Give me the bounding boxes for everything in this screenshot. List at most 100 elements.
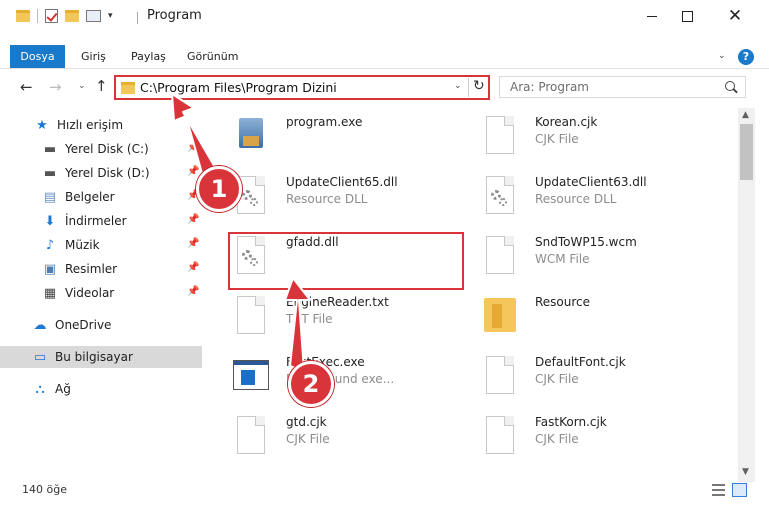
sidebar-item-network[interactable]: ⛬ Ağ [0, 378, 202, 400]
document-icon [482, 114, 518, 158]
list-item[interactable]: EngineReader.txt TXT File [215, 288, 455, 344]
file-type: CJK File [535, 432, 579, 446]
document-icon [233, 294, 269, 338]
pin-icon[interactable]: 📌 [187, 142, 199, 153]
list-item[interactable]: FastKorn.cjk CJK File [464, 408, 704, 464]
sidebar-item-documents[interactable]: ▤ Belgeler 📌 [0, 186, 202, 208]
item-count: 140 öğe [22, 483, 67, 496]
chevron-down-icon[interactable]: ▾ [108, 11, 113, 21]
cloud-icon: ☁ [33, 317, 47, 333]
scroll-down-icon[interactable]: ▼ [742, 467, 749, 477]
refresh-icon[interactable]: ↻ [473, 78, 485, 94]
forward-arrow-icon[interactable]: → [49, 78, 62, 96]
sidebar-item-onedrive[interactable]: ☁ OneDrive [0, 314, 202, 336]
pin-icon[interactable]: 📌 [187, 262, 199, 273]
sidebar-item-disk-d[interactable]: ▬ Yerel Disk (D:) 📌 [0, 162, 202, 184]
documents-icon: ▤ [43, 189, 57, 205]
back-arrow-icon[interactable]: ← [20, 78, 33, 96]
search-icon[interactable] [725, 81, 735, 91]
properties-icon[interactable] [86, 10, 101, 22]
folder-icon [121, 82, 135, 94]
file-name: FastKorn.cjk [535, 415, 607, 429]
callout-1: 1 [196, 166, 242, 212]
sidebar-item-videos[interactable]: ▦ Videolar 📌 [0, 282, 202, 304]
tab-giris[interactable]: Giriş [81, 45, 106, 68]
sidebar-item-music[interactable]: ♪ Müzik 📌 [0, 234, 202, 256]
list-item[interactable]: program.exe [215, 108, 455, 164]
document-icon [482, 414, 518, 458]
ribbon: Dosya Giriş Paylaş Görünüm ⌄ ? [0, 45, 769, 69]
title-bar: ▾ Program ✕ [0, 0, 769, 34]
sidebar-item-label: Belgeler [65, 190, 115, 204]
chevron-down-icon[interactable]: ⌄ [454, 81, 462, 91]
list-item[interactable]: DefaultFont.cjk CJK File [464, 348, 704, 404]
checkmark-icon[interactable] [45, 9, 58, 23]
file-name: program.exe [286, 115, 363, 129]
address-path[interactable]: C:\Program Files\Program Dizini [140, 80, 337, 95]
maximize-button[interactable] [664, 0, 710, 32]
sidebar-item-pictures[interactable]: ▣ Resimler 📌 [0, 258, 202, 280]
address-separator [468, 78, 469, 97]
exe-icon [233, 354, 269, 398]
sidebar-item-label: Yerel Disk (D:) [65, 166, 150, 180]
sidebar-item-disk-c[interactable]: ▬ Yerel Disk (C:) 📌 [0, 138, 202, 160]
file-type: Resource DLL [286, 192, 368, 206]
recent-locations-icon[interactable]: ⌄ [78, 81, 86, 91]
scroll-up-icon[interactable]: ▲ [742, 110, 749, 120]
folder-icon [482, 294, 518, 338]
sidebar-item-quick-access[interactable]: ★ Hızlı erişim [34, 114, 202, 136]
list-item[interactable]: SndToWP15.wcm WCM File [464, 228, 704, 284]
close-button[interactable]: ✕ [712, 0, 758, 32]
drive-icon: ▬ [43, 165, 57, 181]
file-name: UpdateClient63.dll [535, 175, 647, 189]
pin-icon[interactable]: 📌 [187, 214, 199, 225]
maximize-icon [681, 10, 693, 22]
help-icon[interactable]: ? [738, 49, 754, 65]
folder-icon[interactable] [16, 10, 30, 22]
tab-dosya[interactable]: Dosya [10, 45, 65, 68]
new-folder-icon[interactable] [65, 10, 79, 22]
file-name: UpdateClient65.dll [286, 175, 398, 189]
sidebar-item-label: Bu bilgisayar [55, 350, 133, 364]
sidebar-item-label: Ağ [55, 382, 71, 396]
list-item[interactable]: FirstExec.exe Background exe... [215, 348, 455, 404]
sidebar-item-label: İndirmeler [65, 214, 127, 228]
pin-icon[interactable]: 📌 [187, 166, 199, 177]
file-type: CJK File [535, 132, 579, 146]
vertical-scrollbar[interactable]: ▲ ▼ [738, 108, 755, 482]
tab-gorunum[interactable]: Görünüm [187, 45, 238, 68]
details-view-icon[interactable] [712, 484, 725, 496]
list-item[interactable]: gtd.cjk CJK File [215, 408, 455, 464]
pin-icon[interactable]: 📌 [187, 238, 199, 249]
video-icon: ▦ [43, 285, 57, 301]
list-item[interactable]: Korean.cjk CJK File [464, 108, 704, 164]
pin-icon[interactable]: 📌 [187, 286, 199, 297]
sidebar-item-label: Hızlı erişim [57, 118, 124, 132]
highlight-box [228, 232, 464, 290]
document-icon [233, 414, 269, 458]
network-icon: ⛬ [35, 381, 45, 397]
toolbar-separator [37, 9, 38, 23]
expand-ribbon-icon[interactable]: ⌄ [718, 51, 726, 61]
document-icon [482, 354, 518, 398]
navigation-pane: ★ Hızlı erişim ▬ Yerel Disk (C:) 📌 ▬ Yer… [0, 110, 204, 472]
search-input[interactable]: Ara: Program [499, 76, 746, 98]
app-icon [233, 114, 269, 158]
sidebar-item-label: Yerel Disk (C:) [65, 142, 149, 156]
tab-paylas[interactable]: Paylaş [131, 45, 166, 68]
list-item[interactable]: UpdateClient65.dll Resource DLL [215, 168, 455, 224]
sidebar-item-downloads[interactable]: ⬇ İndirmeler 📌 [0, 210, 202, 232]
file-name: DefaultFont.cjk [535, 355, 626, 369]
list-item[interactable]: UpdateClient63.dll Resource DLL [464, 168, 704, 224]
list-item[interactable]: Resource [464, 288, 704, 344]
sidebar-item-this-pc[interactable]: ▭ Bu bilgisayar [0, 346, 202, 368]
address-bar[interactable]: C:\Program Files\Program Dizini ⌄ ↻ [114, 75, 490, 100]
file-name: Korean.cjk [535, 115, 598, 129]
file-name: EngineReader.txt [286, 295, 389, 309]
scroll-thumb[interactable] [740, 124, 753, 180]
large-icons-view-icon[interactable] [732, 483, 747, 497]
sidebar-item-label: Videolar [65, 286, 115, 300]
sidebar-item-label: Resimler [65, 262, 118, 276]
file-name: SndToWP15.wcm [535, 235, 637, 249]
up-arrow-icon[interactable]: ↑ [95, 77, 108, 95]
